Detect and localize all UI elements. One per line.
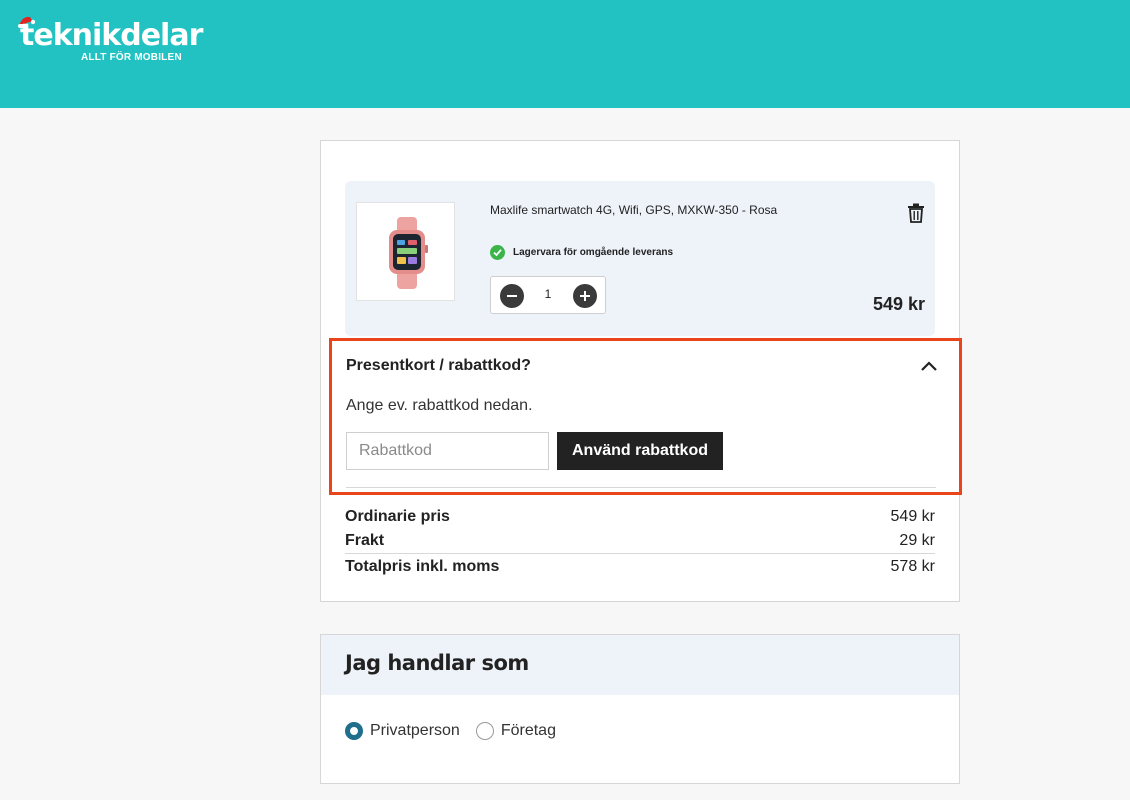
stock-status-text: Lagervara för omgående leverans bbox=[513, 247, 674, 258]
logo-tagline: ALLT FÖR MOBILEN bbox=[81, 52, 182, 63]
order-totals: Ordinarie pris 549 kr Frakt 29 kr Totalp… bbox=[345, 505, 935, 579]
divider bbox=[346, 487, 936, 488]
buyer-type-header: Jag handlar som bbox=[321, 635, 959, 695]
logo[interactable]: teknikdelar ALLT FÖR MOBILEN bbox=[18, 16, 210, 68]
buyer-type-card: Jag handlar som Privatperson Företag bbox=[320, 634, 960, 784]
total-value: 549 kr bbox=[890, 508, 935, 525]
total-label: Frakt bbox=[345, 532, 385, 549]
remove-item-button[interactable] bbox=[907, 203, 925, 223]
total-row-ordinary-price: Ordinarie pris 549 kr bbox=[345, 505, 935, 529]
product-thumbnail[interactable] bbox=[356, 202, 455, 301]
buyer-type-options: Privatperson Företag bbox=[345, 722, 572, 740]
total-label: Ordinarie pris bbox=[345, 508, 450, 525]
item-price: 549 kr bbox=[872, 294, 925, 314]
plus-icon bbox=[580, 291, 590, 301]
quantity-value[interactable]: 1 bbox=[531, 287, 565, 301]
coupon-section: Presentkort / rabattkod? Ange ev. rabatt… bbox=[329, 338, 962, 495]
trash-icon bbox=[908, 203, 924, 223]
total-label: Totalpris inkl. moms bbox=[345, 558, 500, 575]
cart-item: Maxlife smartwatch 4G, Wifi, GPS, MXKW-3… bbox=[345, 181, 935, 336]
coupon-toggle-title[interactable]: Presentkort / rabattkod? bbox=[346, 357, 531, 375]
radio-label[interactable]: Företag bbox=[501, 722, 556, 740]
stock-status: Lagervara för omgående leverans bbox=[490, 245, 673, 260]
coupon-description: Ange ev. rabattkod nedan. bbox=[346, 397, 533, 414]
site-header: teknikdelar ALLT FÖR MOBILEN bbox=[0, 0, 1130, 108]
total-value: 578 kr bbox=[890, 558, 935, 575]
increase-quantity-button[interactable] bbox=[573, 284, 597, 308]
total-row-shipping: Frakt 29 kr bbox=[345, 529, 935, 553]
radio-selected-icon[interactable] bbox=[345, 722, 363, 740]
apply-coupon-button[interactable]: Använd rabattkod bbox=[557, 432, 723, 470]
smartwatch-image bbox=[389, 217, 428, 289]
total-value: 29 kr bbox=[899, 532, 935, 549]
radio-private-person[interactable]: Privatperson bbox=[345, 722, 460, 740]
minus-icon bbox=[507, 295, 517, 297]
check-icon bbox=[490, 245, 505, 260]
chevron-up-icon[interactable] bbox=[920, 359, 938, 373]
total-row-grand-total: Totalpris inkl. moms 578 kr bbox=[345, 553, 935, 579]
logo-wordmark: teknikdelar bbox=[20, 18, 203, 53]
radio-unselected-icon[interactable] bbox=[475, 722, 494, 740]
product-name[interactable]: Maxlife smartwatch 4G, Wifi, GPS, MXKW-3… bbox=[490, 201, 780, 219]
radio-company[interactable]: Företag bbox=[475, 722, 556, 740]
radio-label[interactable]: Privatperson bbox=[370, 722, 460, 740]
buyer-type-title: Jag handlar som bbox=[345, 651, 529, 675]
quantity-stepper: 1 bbox=[490, 276, 606, 314]
cart-card: Maxlife smartwatch 4G, Wifi, GPS, MXKW-3… bbox=[320, 140, 962, 602]
coupon-code-input[interactable] bbox=[346, 432, 549, 470]
decrease-quantity-button[interactable] bbox=[500, 284, 524, 308]
